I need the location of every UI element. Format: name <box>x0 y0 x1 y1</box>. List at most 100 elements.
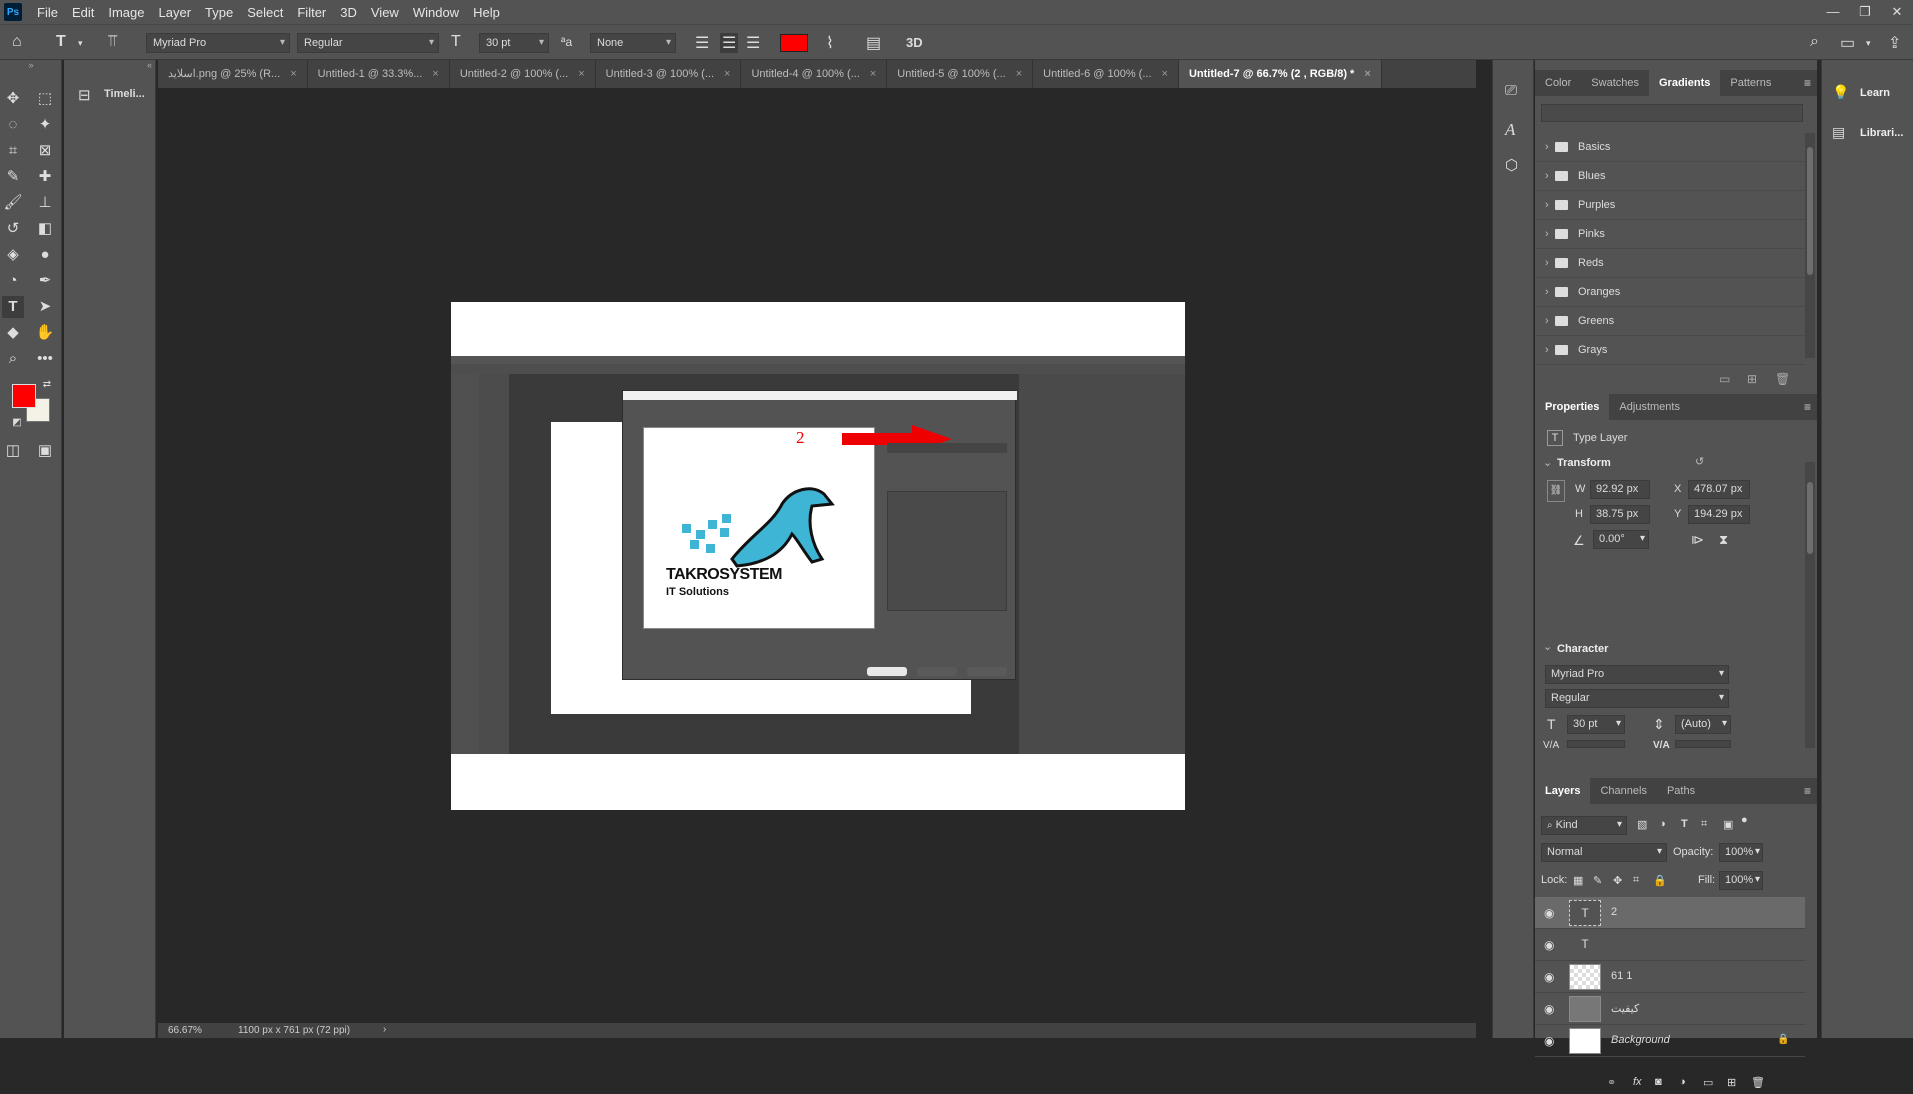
tracking-field[interactable] <box>1675 740 1731 748</box>
layer-kind-filter[interactable]: ⌕ Kind ▾ <box>1541 816 1627 835</box>
close-icon[interactable]: × <box>724 68 730 80</box>
pen-tool-icon[interactable]: ✒ <box>34 270 56 292</box>
lock-position-icon[interactable]: ✥ <box>1613 874 1622 887</box>
list-item[interactable]: › Blues <box>1535 162 1805 191</box>
tab-doc-1[interactable]: Untitled-1 @ 33.3%... × <box>308 60 450 88</box>
history-brush-tool-icon[interactable]: ↺ <box>2 218 24 240</box>
tab-doc-4[interactable]: Untitled-4 @ 100% (... × <box>741 60 888 88</box>
height-field[interactable]: 38.75 px <box>1590 505 1650 524</box>
kerning-field[interactable] <box>1567 740 1625 748</box>
reset-transform-icon[interactable]: ↺ <box>1695 455 1704 468</box>
type-tool-icon[interactable]: T <box>2 296 24 318</box>
chevron-right-icon[interactable]: › <box>1545 344 1549 356</box>
menu-window[interactable]: Window <box>406 5 466 20</box>
filter-adjustment-icon[interactable]: ◑ <box>1659 818 1666 830</box>
antialias-dropdown[interactable]: None ▾ <box>590 33 676 53</box>
share-icon[interactable]: ⇪ <box>1888 33 1901 53</box>
paint-bucket-tool-icon[interactable]: ◈ <box>2 244 24 266</box>
hand-tool-icon[interactable]: ✋ <box>34 322 56 344</box>
history-panel-icon[interactable]: ⎚ <box>1505 82 1517 99</box>
menu-layer[interactable]: Layer <box>152 5 199 20</box>
list-item[interactable]: › Greens <box>1535 307 1805 336</box>
lasso-tool-icon[interactable]: ◌ <box>2 114 24 136</box>
restore-icon[interactable]: ❐ <box>1849 0 1881 24</box>
more-tools-icon[interactable]: ••• <box>34 348 56 370</box>
type-tool-preset-icon[interactable]: T <box>56 33 66 51</box>
tab-adjustments[interactable]: Adjustments <box>1609 394 1690 420</box>
list-item[interactable]: › Purples <box>1535 191 1805 220</box>
scroll-thumb[interactable] <box>1807 147 1813 275</box>
layer-name[interactable]: 61 1 <box>1611 970 1632 982</box>
document-canvas[interactable]: 2 TAKROSYSTEM IT Solutions <box>451 302 1185 810</box>
default-colors-icon[interactable]: ◩ <box>6 412 28 434</box>
tab-gradients[interactable]: Gradients <box>1649 70 1721 96</box>
visibility-eye-icon[interactable]: ◉ <box>1544 970 1554 984</box>
menu-help[interactable]: Help <box>466 5 507 20</box>
layer-row[interactable]: ◉ Background 🔒 <box>1535 1025 1805 1057</box>
frame-tool-icon[interactable]: ⊠ <box>34 140 56 162</box>
menu-edit[interactable]: Edit <box>65 5 101 20</box>
tab-channels[interactable]: Channels <box>1590 778 1656 804</box>
chevron-right-icon[interactable]: › <box>1545 228 1549 240</box>
close-icon[interactable]: × <box>578 68 584 80</box>
new-group-icon[interactable]: ▭ <box>1719 372 1730 386</box>
menu-type[interactable]: Type <box>198 5 240 20</box>
panel-menu-icon[interactable]: ≡ <box>1804 76 1811 90</box>
align-left-icon[interactable]: ☰ <box>695 33 709 53</box>
fill-field[interactable]: 100% ▾ <box>1719 871 1763 890</box>
photoshop-logo-icon[interactable]: Ps <box>4 3 22 21</box>
chevron-down-icon[interactable]: ▾ <box>1866 38 1871 49</box>
shape-tool-icon[interactable]: ◆ <box>2 322 24 344</box>
lock-all-icon[interactable]: 🔒 <box>1653 874 1667 887</box>
text-color-swatch[interactable] <box>780 34 808 52</box>
close-icon[interactable]: × <box>290 68 296 80</box>
link-dimensions-icon[interactable]: ⛓ <box>1547 480 1565 502</box>
tab-doc-5[interactable]: Untitled-5 @ 100% (... × <box>887 60 1034 88</box>
canvas-area[interactable]: 2 TAKROSYSTEM IT Solutions <box>158 88 1476 1023</box>
properties-scrollbar[interactable] <box>1805 462 1815 748</box>
character-panel-icon[interactable]: ▤ <box>866 33 881 53</box>
close-icon[interactable]: × <box>1162 68 1168 80</box>
character-style-dropdown[interactable]: Regular ▾ <box>1545 689 1729 708</box>
character-font-dropdown[interactable]: Myriad Pro ▾ <box>1545 665 1729 684</box>
font-style-dropdown[interactable]: Regular ▾ <box>297 33 439 53</box>
menu-3d[interactable]: 3D <box>333 5 364 20</box>
layer-row[interactable]: ◉ T 2 <box>1535 897 1805 929</box>
3d-panel-icon[interactable]: ⬡ <box>1505 156 1518 174</box>
crop-tool-icon[interactable]: ⌗ <box>2 140 24 162</box>
collapse-icon[interactable]: « <box>64 60 156 70</box>
filter-smart-object-icon[interactable]: ▣ <box>1723 818 1733 831</box>
flip-vertical-icon[interactable]: ⧗ <box>1719 532 1728 548</box>
filter-toggle-icon[interactable]: ● <box>1741 814 1748 826</box>
chevron-right-icon[interactable]: › <box>1545 257 1549 269</box>
healing-brush-tool-icon[interactable]: ✚ <box>34 166 56 188</box>
close-icon[interactable]: × <box>1016 68 1022 80</box>
font-size-dropdown[interactable]: 30 pt ▾ <box>479 33 549 53</box>
magic-wand-tool-icon[interactable]: ✦ <box>34 114 56 136</box>
trash-icon[interactable]: 🗑 <box>1775 372 1790 386</box>
tab-doc-2[interactable]: Untitled-2 @ 100% (... × <box>450 60 596 88</box>
panel-menu-icon[interactable]: ≡ <box>1804 784 1811 798</box>
libraries-icon[interactable]: ▤ <box>1832 124 1845 141</box>
eraser-tool-icon[interactable]: ◧ <box>34 218 56 240</box>
visibility-eye-icon[interactable]: ◉ <box>1544 938 1554 952</box>
libraries-label[interactable]: Librari... <box>1860 127 1903 139</box>
chevron-right-icon[interactable]: › <box>1545 170 1549 182</box>
tab-color[interactable]: Color <box>1535 70 1581 96</box>
menu-file[interactable]: File <box>30 5 65 20</box>
lock-icon[interactable]: 🔒 <box>1777 1034 1789 1045</box>
visibility-eye-icon[interactable]: ◉ <box>1544 906 1554 920</box>
minimize-icon[interactable]: — <box>1817 0 1849 24</box>
trash-icon[interactable]: 🗑 <box>1751 1076 1765 1089</box>
layer-row[interactable]: ◉ T <box>1535 929 1805 961</box>
3d-button[interactable]: 3D <box>906 35 923 50</box>
filter-shape-icon[interactable]: ⌗ <box>1701 818 1707 831</box>
list-item[interactable]: › Reds <box>1535 249 1805 278</box>
scroll-thumb[interactable] <box>1807 482 1813 554</box>
link-layers-icon[interactable]: ⚭ <box>1607 1076 1616 1089</box>
gradients-scrollbar[interactable] <box>1805 133 1815 358</box>
chevron-down-icon[interactable]: ⌄ <box>1543 456 1552 469</box>
search-icon[interactable]: ⌕ <box>1810 33 1819 51</box>
layer-name[interactable]: 2 <box>1611 906 1617 918</box>
chevron-right-icon[interactable]: › <box>1545 315 1549 327</box>
